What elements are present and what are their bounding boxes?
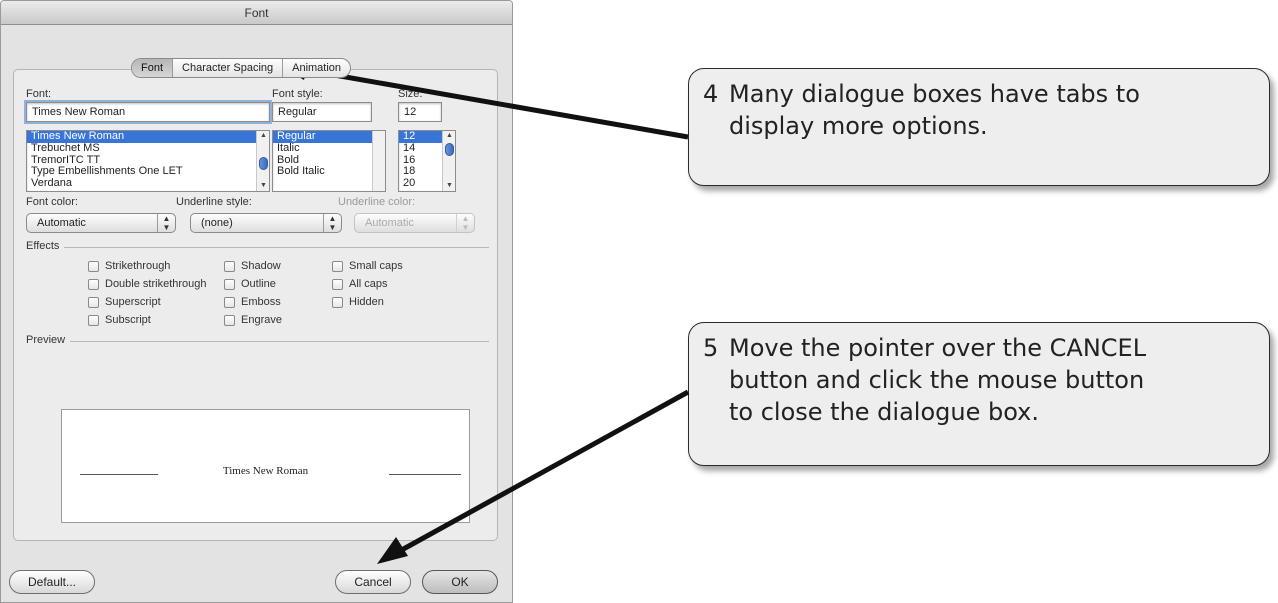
underline-color-value: Automatic bbox=[365, 217, 414, 229]
checkbox-label: Outline bbox=[241, 278, 276, 290]
emboss-checkbox[interactable]: Emboss bbox=[224, 296, 281, 308]
size-list[interactable]: 12 14 16 18 20 ▲ ▼ bbox=[398, 130, 456, 192]
preview-text: Times New Roman bbox=[222, 465, 309, 477]
font-style-list[interactable]: Regular Italic Bold Bold Italic bbox=[272, 130, 386, 192]
checkbox-box[interactable] bbox=[224, 314, 235, 326]
shadow-checkbox[interactable]: Shadow bbox=[224, 260, 281, 272]
size-label: Size: bbox=[398, 88, 423, 100]
underline-color-select: Automatic ▲ ▼ bbox=[354, 213, 475, 233]
underline-style-label: Underline style: bbox=[176, 196, 252, 208]
small-caps-checkbox[interactable]: Small caps bbox=[332, 260, 403, 272]
popup-arrows-icon: ▲ ▼ bbox=[157, 214, 175, 232]
popup-arrows-icon: ▲ ▼ bbox=[456, 214, 474, 232]
font-list[interactable]: Times New Roman Trebuchet MS TremorITC T… bbox=[26, 130, 270, 192]
checkbox-box[interactable] bbox=[224, 296, 235, 308]
scroll-down-icon[interactable]: ▼ bbox=[444, 182, 455, 190]
hidden-checkbox[interactable]: Hidden bbox=[332, 296, 384, 308]
scroll-down-icon[interactable]: ▼ bbox=[258, 182, 269, 190]
subscript-checkbox[interactable]: Subscript bbox=[88, 314, 151, 326]
callout-line: display more options. bbox=[729, 112, 988, 140]
all-caps-checkbox[interactable]: All caps bbox=[332, 278, 388, 290]
effects-section-label: Effects bbox=[26, 240, 60, 252]
font-color-value: Automatic bbox=[37, 217, 86, 229]
underline-style-value: (none) bbox=[201, 217, 233, 229]
scroll-up-icon[interactable]: ▲ bbox=[444, 132, 455, 140]
checkbox-box[interactable] bbox=[332, 278, 343, 290]
ok-button[interactable]: OK bbox=[422, 570, 498, 594]
font-style-scrollbar[interactable] bbox=[372, 131, 385, 191]
popup-arrows-icon: ▲ ▼ bbox=[323, 214, 341, 232]
font-list-scroll-thumb[interactable] bbox=[259, 157, 268, 170]
underline-style-select[interactable]: (none) ▲ ▼ bbox=[190, 213, 342, 233]
font-label: Font: bbox=[26, 88, 52, 100]
checkbox-label: Superscript bbox=[105, 296, 161, 308]
checkbox-label: Engrave bbox=[241, 314, 282, 326]
tab-bar: Font Character Spacing Animation bbox=[131, 58, 352, 78]
tab-animation[interactable]: Animation bbox=[282, 59, 350, 77]
superscript-checkbox[interactable]: Superscript bbox=[88, 296, 161, 308]
callout-number: 5 bbox=[703, 334, 719, 362]
font-dialog: Font Font Character Spacing Animation Fo… bbox=[0, 0, 513, 603]
checkbox-box[interactable] bbox=[224, 260, 235, 272]
font-color-select[interactable]: Automatic ▲ ▼ bbox=[26, 213, 176, 233]
font-style-input[interactable]: Regular bbox=[272, 102, 372, 122]
font-color-label: Font color: bbox=[26, 196, 78, 208]
preview-box: Times New Roman bbox=[61, 409, 470, 523]
font-list-item[interactable]: Verdana bbox=[27, 177, 269, 190]
double-strikethrough-checkbox[interactable]: Double strikethrough bbox=[88, 278, 207, 290]
callout-number: 4 bbox=[703, 80, 719, 108]
callout-line: button and click the mouse button bbox=[729, 366, 1145, 394]
tab-character-spacing[interactable]: Character Spacing bbox=[172, 59, 282, 77]
callout-line: to close the dialogue box. bbox=[729, 398, 1039, 426]
checkbox-label: Hidden bbox=[349, 296, 384, 308]
preview-divider bbox=[70, 341, 489, 342]
callout-line: Move the pointer over the CANCEL bbox=[729, 334, 1147, 362]
style-list-item[interactable]: Bold Italic bbox=[273, 166, 385, 178]
size-list-scroll-thumb[interactable] bbox=[445, 143, 454, 156]
checkbox-box[interactable] bbox=[88, 314, 99, 326]
checkbox-box[interactable] bbox=[332, 296, 343, 308]
callout-cancel: 5 Move the pointer over the CANCEL butto… bbox=[688, 322, 1270, 466]
preview-baseline-right bbox=[389, 474, 461, 475]
strikethrough-checkbox[interactable]: Strikethrough bbox=[88, 260, 170, 272]
checkbox-label: Small caps bbox=[349, 260, 403, 272]
checkbox-label: Subscript bbox=[105, 314, 151, 326]
dialog-title: Font bbox=[1, 1, 512, 25]
size-input[interactable]: 12 bbox=[398, 102, 442, 122]
tab-font[interactable]: Font bbox=[132, 59, 173, 77]
checkbox-label: Emboss bbox=[241, 296, 281, 308]
font-list-scrollbar[interactable]: ▲ ▼ bbox=[256, 131, 269, 191]
checkbox-box[interactable] bbox=[88, 278, 99, 290]
scroll-up-icon[interactable]: ▲ bbox=[258, 132, 269, 140]
callout-line: Many dialogue boxes have tabs to bbox=[729, 80, 1140, 108]
callout-tabs: 4 Many dialogue boxes have tabs to displ… bbox=[688, 68, 1270, 186]
outline-checkbox[interactable]: Outline bbox=[224, 278, 276, 290]
checkbox-box[interactable] bbox=[88, 260, 99, 272]
font-style-label: Font style: bbox=[272, 88, 323, 100]
checkbox-label: Double strikethrough bbox=[105, 278, 207, 290]
size-list-scrollbar[interactable]: ▲ ▼ bbox=[442, 131, 455, 191]
default-button[interactable]: Default... bbox=[9, 570, 95, 594]
checkbox-box[interactable] bbox=[88, 296, 99, 308]
cancel-button[interactable]: Cancel bbox=[335, 570, 411, 594]
style-list-item[interactable]: Italic bbox=[273, 142, 385, 155]
checkbox-box[interactable] bbox=[332, 260, 343, 272]
effects-divider bbox=[64, 247, 489, 248]
underline-color-label: Underline color: bbox=[338, 196, 416, 208]
checkbox-box[interactable] bbox=[224, 278, 235, 290]
font-input[interactable]: Times New Roman bbox=[24, 100, 272, 124]
checkbox-label: Shadow bbox=[241, 260, 281, 272]
checkbox-label: Strikethrough bbox=[105, 260, 171, 272]
font-list-item[interactable]: Trebuchet MS bbox=[27, 142, 269, 155]
checkbox-label: All caps bbox=[349, 278, 388, 290]
engrave-checkbox[interactable]: Engrave bbox=[224, 314, 282, 326]
preview-section-label: Preview bbox=[26, 334, 66, 346]
